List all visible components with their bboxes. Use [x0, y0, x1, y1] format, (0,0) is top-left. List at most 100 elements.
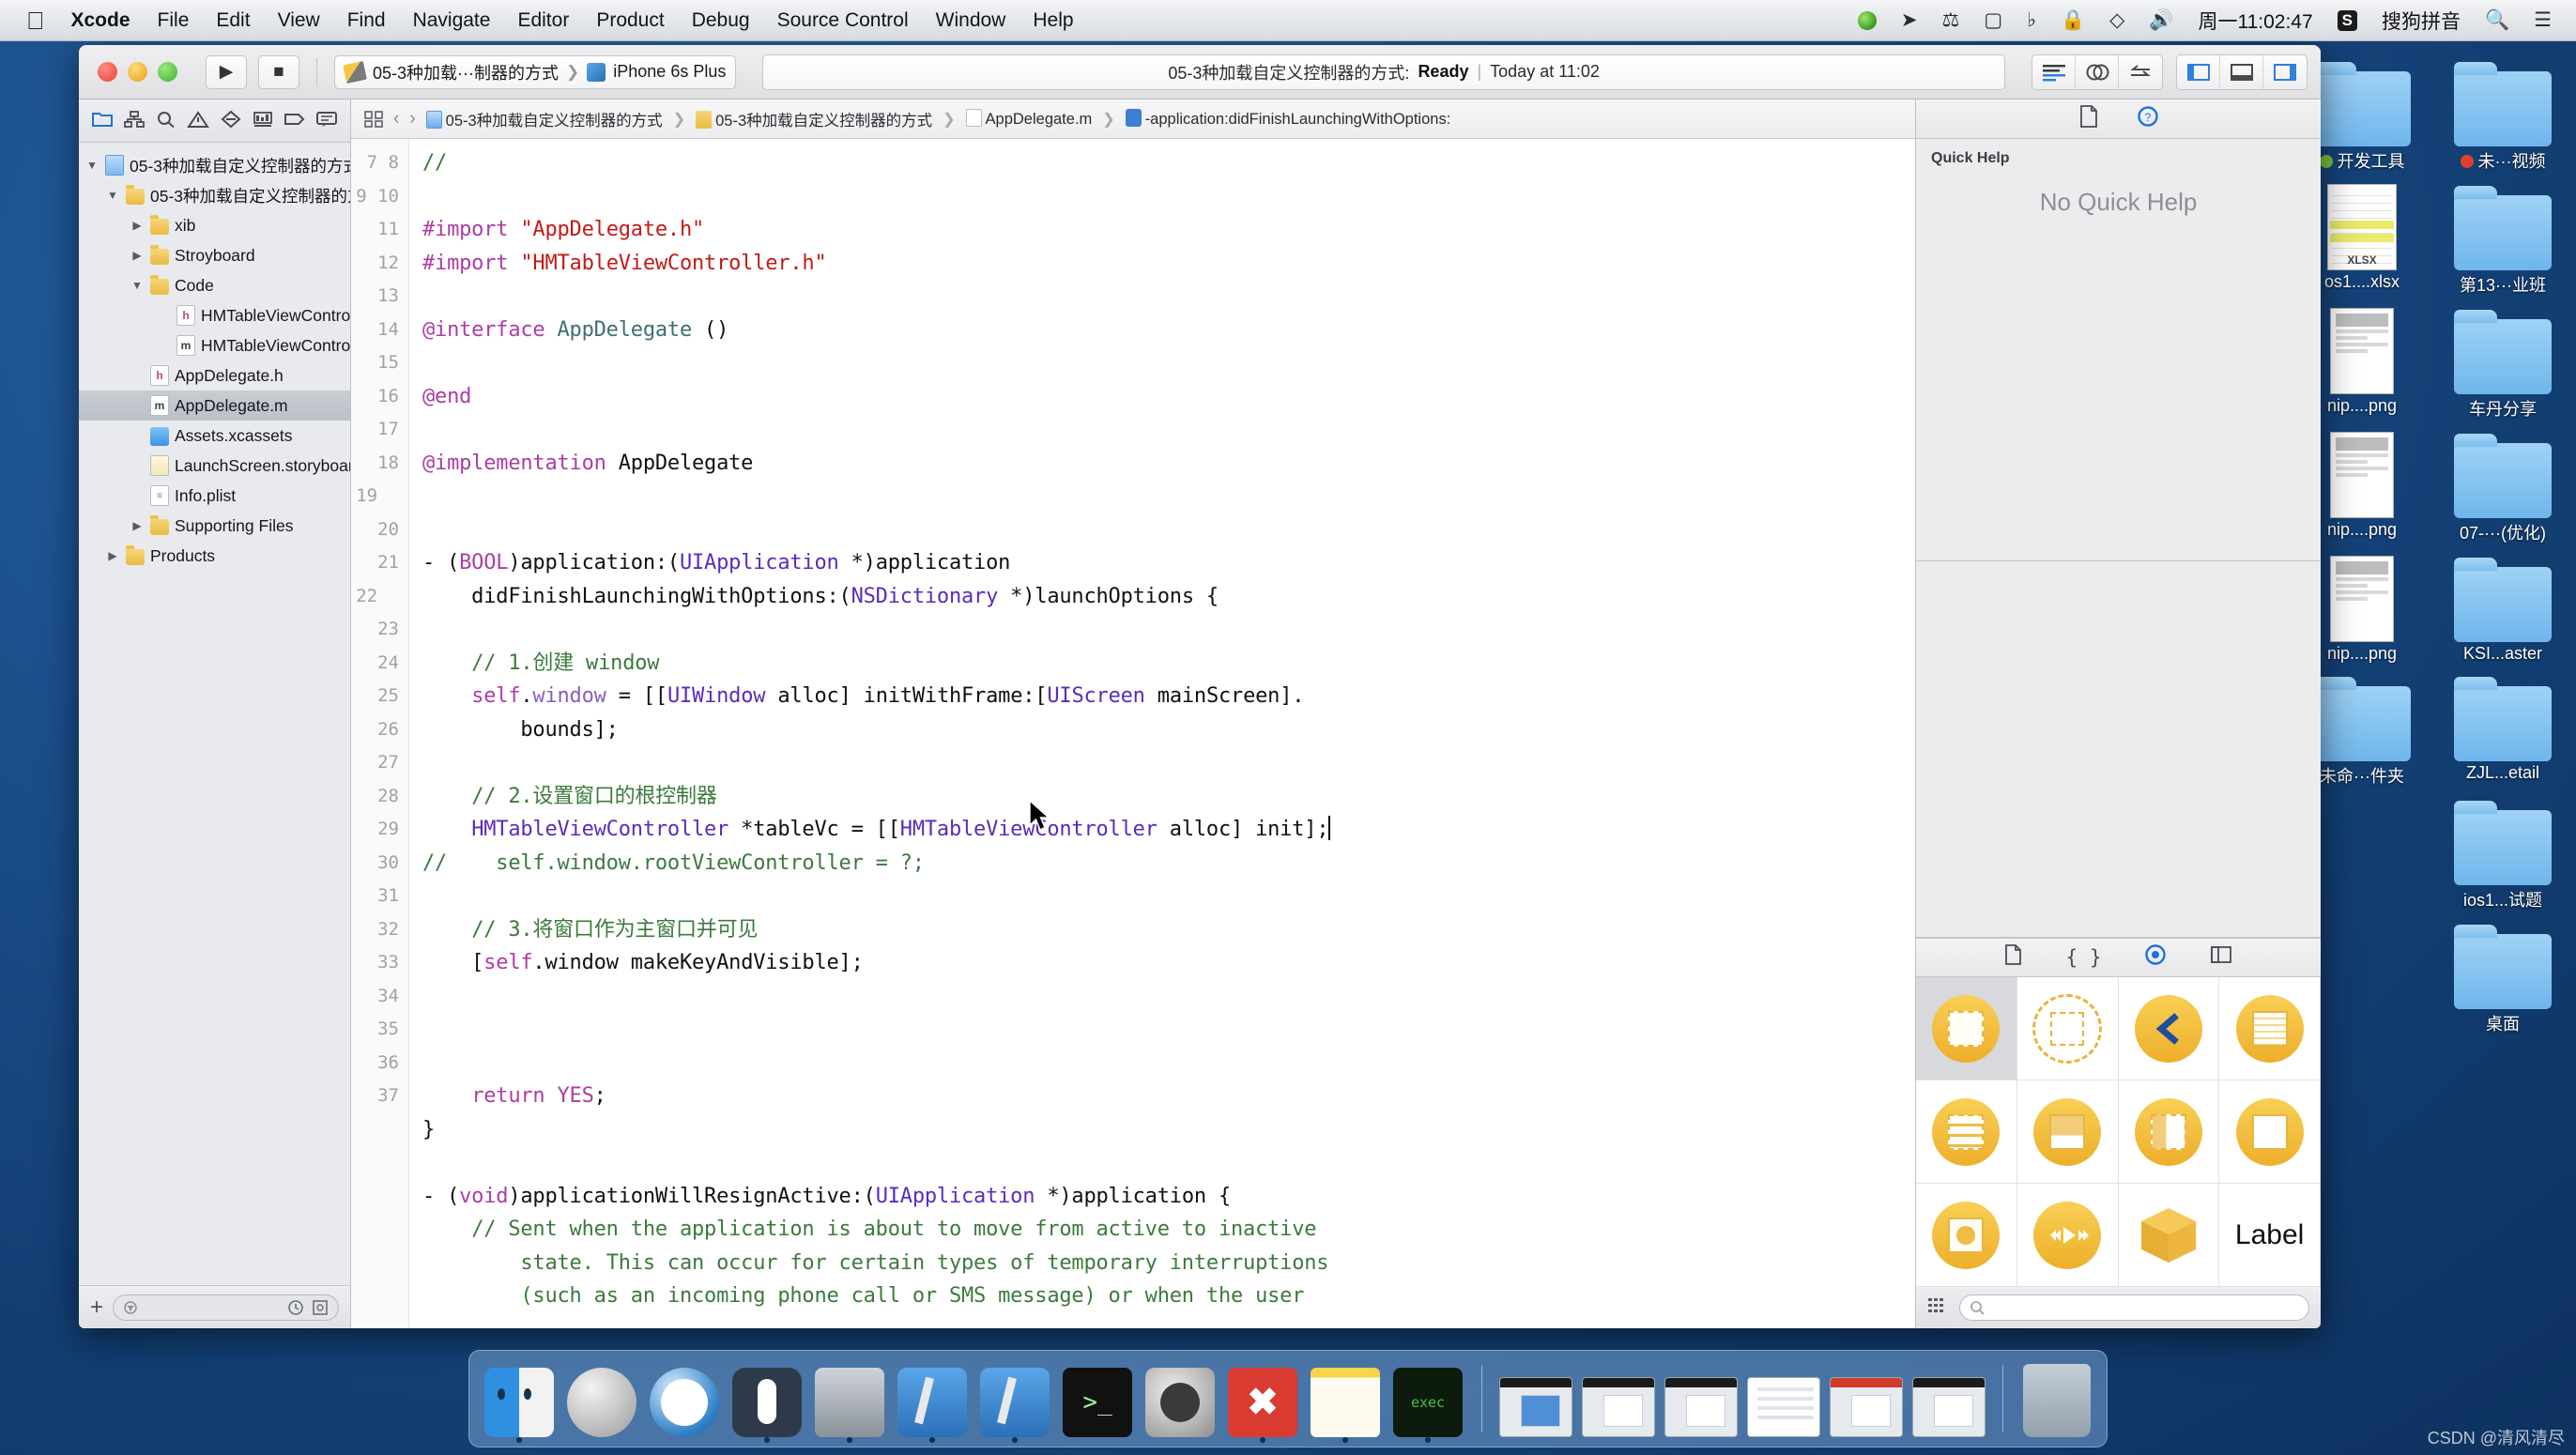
- dock-minimized-window[interactable]: [1664, 1360, 1738, 1437]
- bluetooth-icon[interactable]: ⚖: [1941, 10, 1959, 30]
- library-item-label[interactable]: Label: [2219, 1184, 2321, 1287]
- file-inspector-icon[interactable]: [2078, 104, 2099, 133]
- issue-navigator-icon[interactable]: [187, 110, 210, 132]
- desktop-icon[interactable]: 车丹分享: [2437, 300, 2568, 421]
- navigator-toggle-icon[interactable]: [2177, 54, 2220, 89]
- dock-item-xmind[interactable]: ✖: [1226, 1360, 1299, 1443]
- input-method-badge[interactable]: S: [2337, 9, 2358, 31]
- dock-item-trash[interactable]: [2020, 1360, 2093, 1437]
- dock-minimized-window[interactable]: [1499, 1360, 1572, 1437]
- tree-row-project[interactable]: ▼ 05-3种加载自定义控制器的方式: [79, 150, 350, 180]
- dock-item-launchpad[interactable]: [565, 1360, 638, 1437]
- vpn-icon[interactable]: ◇: [2109, 10, 2124, 30]
- back-button[interactable]: ‹: [393, 109, 399, 130]
- menu-bar-clock[interactable]: 周一11:02:47: [2198, 7, 2312, 35]
- dock-item-xcode-beta[interactable]: [978, 1360, 1051, 1443]
- tree-row-group[interactable]: ▶ Products: [79, 541, 350, 571]
- navigator-filter-field[interactable]: [113, 1294, 339, 1321]
- menu-item-debug[interactable]: Debug: [692, 9, 750, 32]
- zoom-button[interactable]: [158, 62, 177, 82]
- library-item-tab-bar-controller[interactable]: [2016, 1080, 2119, 1184]
- desktop-icon[interactable]: 07-···(优化): [2437, 424, 2568, 544]
- desktop-icon[interactable]: ios1...试题: [2437, 791, 2568, 911]
- menu-item-help[interactable]: Help: [1033, 9, 1073, 32]
- disclosure-triangle-icon[interactable]: ▶: [105, 549, 120, 562]
- desktop-icon[interactable]: KSI...aster: [2437, 548, 2568, 664]
- related-items-icon[interactable]: [364, 110, 383, 128]
- forward-button[interactable]: ›: [409, 109, 415, 130]
- library-item-page-view-controller[interactable]: [2219, 1080, 2321, 1184]
- dock-item-finder[interactable]: [483, 1360, 556, 1443]
- menu-item-find[interactable]: Find: [347, 9, 386, 32]
- dock-item-exec-app[interactable]: exec: [1391, 1360, 1464, 1443]
- dock-minimized-window[interactable]: [1830, 1360, 1903, 1437]
- close-button[interactable]: [98, 62, 117, 82]
- dock-item-notes[interactable]: [1309, 1360, 1382, 1443]
- stop-button[interactable]: ■: [258, 54, 299, 89]
- dock-item-mouse-utility[interactable]: [730, 1360, 804, 1443]
- location-icon[interactable]: ➤: [1901, 10, 1918, 30]
- quick-help-inspector-icon[interactable]: ?: [2137, 105, 2159, 133]
- audio-midi-icon[interactable]: ♭: [2027, 10, 2036, 30]
- debug-navigator-icon[interactable]: [252, 110, 274, 132]
- apple-menu-icon[interactable]: : [26, 8, 45, 33]
- tree-row-file[interactable]: ▶ ≡ Info.plist: [79, 481, 350, 511]
- grid-view-icon[interactable]: [1927, 1296, 1948, 1320]
- menu-item-edit[interactable]: Edit: [216, 9, 250, 32]
- source-control-icon[interactable]: [312, 1299, 329, 1316]
- notification-center-icon[interactable]: ☰: [2534, 10, 2552, 30]
- dock-minimized-window[interactable]: [1747, 1360, 1820, 1437]
- dock-item-terminal[interactable]: >_: [1061, 1360, 1134, 1437]
- disclosure-triangle-icon[interactable]: ▶: [130, 219, 145, 232]
- search-icon[interactable]: 🔍: [2485, 10, 2509, 30]
- desktop-icon[interactable]: 桌面: [2437, 915, 2568, 1035]
- run-button[interactable]: ▶: [206, 54, 247, 89]
- breadcrumb-group[interactable]: 05-3种加载自定义控制器的方式: [696, 108, 932, 130]
- disclosure-triangle-icon[interactable]: ▼: [84, 159, 100, 172]
- menu-item-source-control[interactable]: Source Control: [777, 9, 909, 32]
- tree-row-file[interactable]: ▶ LaunchScreen.storyboard: [79, 451, 350, 481]
- library-item-table-view-controller[interactable]: [2219, 977, 2321, 1080]
- debug-area-toggle-icon[interactable]: [2220, 54, 2263, 89]
- breadcrumb-project[interactable]: 05-3种加载自定义控制器的方式: [425, 108, 663, 130]
- volume-icon[interactable]: 🔊: [2149, 10, 2173, 30]
- library-item-storyboard-reference[interactable]: [2016, 977, 2119, 1080]
- tree-row-group[interactable]: ▶ Supporting Files: [79, 511, 350, 541]
- dock-item-safari[interactable]: [648, 1360, 721, 1437]
- menu-item-product[interactable]: Product: [596, 9, 664, 32]
- breadcrumb-method[interactable]: -application:didFinishLaunchingWithOptio…: [1125, 109, 1450, 129]
- media-library-icon[interactable]: [2210, 945, 2232, 970]
- menu-item-navigate[interactable]: Navigate: [413, 9, 491, 32]
- tree-row-file[interactable]: ▶ Assets.xcassets: [79, 421, 350, 451]
- add-file-button[interactable]: +: [90, 1295, 103, 1319]
- minimize-button[interactable]: [128, 62, 147, 82]
- code-snippet-library-icon[interactable]: { }: [2066, 946, 2102, 969]
- project-navigator-icon[interactable]: [91, 110, 114, 132]
- source-code[interactable]: // #import "AppDelegate.h" #import "HMTa…: [409, 139, 1915, 1328]
- tree-row-group[interactable]: ▼ 05-3种加载自定义控制器的方式: [79, 180, 350, 210]
- standard-editor-icon[interactable]: [2032, 54, 2076, 89]
- utilities-toggle-icon[interactable]: [2263, 55, 2307, 89]
- disclosure-triangle-icon[interactable]: ▶: [130, 519, 145, 532]
- library-item-avkit-player-controller[interactable]: [2016, 1184, 2119, 1287]
- desktop-icon[interactable]: ZJL...etail: [2437, 667, 2568, 788]
- menu-item-view[interactable]: View: [278, 9, 320, 32]
- version-editor-icon[interactable]: [2119, 55, 2162, 89]
- report-navigator-icon[interactable]: [315, 110, 338, 132]
- menu-item-window[interactable]: Window: [936, 9, 1006, 32]
- tree-row-group[interactable]: ▶ xib: [79, 210, 350, 240]
- tree-row-file[interactable]: ▶ h HMTableViewController.h: [79, 300, 350, 330]
- assistant-editor-icon[interactable]: [2076, 54, 2119, 89]
- screen-record-icon[interactable]: [1857, 10, 1877, 30]
- clock-icon[interactable]: [287, 1299, 304, 1316]
- input-method-label[interactable]: 搜狗拼音: [2382, 7, 2461, 35]
- tree-row-file-selected[interactable]: ▶ m AppDelegate.m: [79, 391, 350, 421]
- dock-item-system-preferences[interactable]: [1143, 1360, 1217, 1437]
- object-library-icon[interactable]: [2144, 943, 2167, 972]
- library-item-collection-view-controller[interactable]: [1916, 1080, 2017, 1184]
- find-navigator-icon[interactable]: [155, 110, 177, 132]
- desktop-icon[interactable]: 未···视频: [2437, 53, 2568, 173]
- library-item-view-controller[interactable]: [1916, 977, 2017, 1080]
- library-item-split-view-controller[interactable]: [2118, 1080, 2220, 1184]
- disclosure-triangle-icon[interactable]: ▼: [130, 279, 145, 292]
